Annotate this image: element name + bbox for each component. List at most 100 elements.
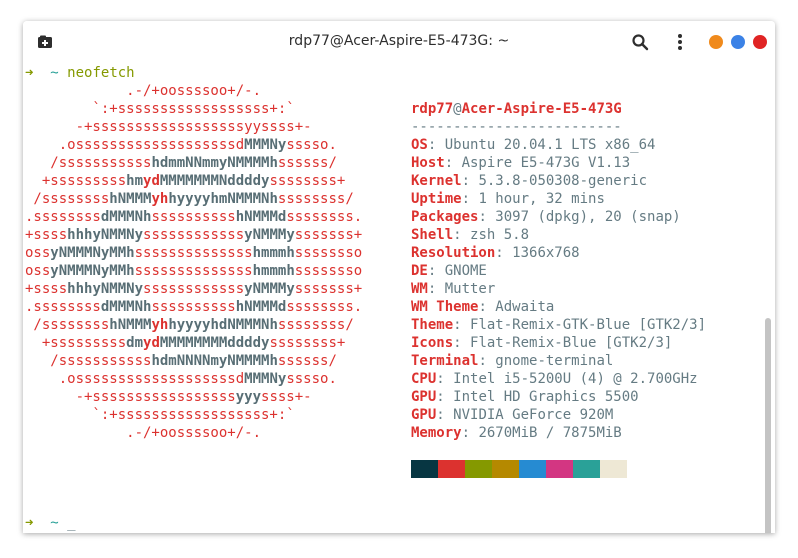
logo-segment: dMMMNh xyxy=(100,299,152,315)
info-colon: : xyxy=(461,173,479,189)
logo-segment: sssso. xyxy=(286,137,337,153)
logo-segment: yNMMMy xyxy=(244,281,295,297)
logo-line: .osssssssssssssssssssdMMMNysssso. xyxy=(25,136,337,154)
color-palette xyxy=(411,460,627,478)
info-colon: : xyxy=(436,371,454,387)
info-key: WM xyxy=(411,281,428,297)
logo-segment: hm xyxy=(126,173,144,189)
logo-line: .-/+oossssoo+/-. xyxy=(25,82,261,100)
info-colon: : xyxy=(427,281,445,297)
logo-segment: hNMMM xyxy=(109,317,152,333)
logo-segment: ssssssss/ xyxy=(277,191,354,207)
logo-line: `:+ssssssssssssssssss+:` xyxy=(25,406,294,424)
logo-segment: -+sssssssssssssssss xyxy=(25,389,236,405)
user-name: rdp77 xyxy=(411,101,454,117)
logo-segment: MMMNy xyxy=(244,371,287,387)
info-colon: : xyxy=(461,425,479,441)
logo-segment: oss xyxy=(25,263,51,279)
palette-swatch xyxy=(600,460,627,478)
logo-line: .ssssssssdMMMNhsssssssssshNMMMdssssssss. xyxy=(25,208,362,226)
logo-segment: oss xyxy=(25,245,51,261)
logo-line: ossyNMMMNyMMhsssssssssssssshmmmhssssssso xyxy=(25,262,362,280)
info-key: CPU xyxy=(411,371,437,387)
info-key: Host xyxy=(411,155,445,171)
logo-segment: hyyyyhdNMMMNh xyxy=(168,317,278,333)
logo-segment: ssssssssssss xyxy=(143,281,245,297)
info-key: Packages xyxy=(411,209,479,225)
info-colon: : xyxy=(453,227,471,243)
scrollbar[interactable] xyxy=(765,318,771,533)
logo-segment: MMMNy xyxy=(244,137,287,153)
info-value: 5.3.8-050308-generic xyxy=(478,173,648,189)
info-colon: : xyxy=(478,209,496,225)
minimize-button[interactable] xyxy=(709,35,723,49)
info-key: Shell xyxy=(411,227,454,243)
info-value: gnome-terminal xyxy=(495,353,614,369)
logo-segment: yNMMMNyMMh xyxy=(50,245,135,261)
logo-segment: ssssssssssssss xyxy=(134,245,253,261)
terminal-output[interactable]: ➜ ~ neofetch .-/+oossssoo+/-. `:+sssssss… xyxy=(23,63,775,533)
logo-segment: hhhyNMMNy xyxy=(67,281,144,297)
close-button[interactable] xyxy=(753,35,767,49)
prompt-arrow-icon: ➜ xyxy=(25,515,34,531)
logo-segment: +sssssssss xyxy=(25,335,127,351)
info-row: WM Theme: Adwaita xyxy=(411,298,554,316)
search-icon[interactable] xyxy=(631,33,649,51)
logo-segment: ssssssss. xyxy=(286,299,363,315)
info-row: Theme: Flat-Remix-GTK-Blue [GTK2/3] xyxy=(411,316,706,334)
logo-segment: ssss+- xyxy=(261,389,312,405)
info-row: Terminal: gnome-terminal xyxy=(411,352,613,370)
kebab-menu-icon[interactable] xyxy=(675,32,685,52)
info-key: Theme xyxy=(411,317,454,333)
info-value: 1366x768 xyxy=(512,245,580,261)
info-row: Uptime: 1 hour, 32 mins xyxy=(411,190,605,208)
logo-line: /sssssssshNMMMyhhyyyyhdNMMMNhssssssss/ xyxy=(25,316,353,334)
logo-segment: ssssssssssssss xyxy=(134,263,253,279)
info-key: Kernel xyxy=(411,173,462,189)
logo-segment: +ssss xyxy=(25,227,68,243)
user-host: rdp77@Acer-Aspire-E5-473G xyxy=(411,100,622,118)
palette-swatch xyxy=(465,460,492,478)
prompt-line-current: ➜ ~ _ xyxy=(25,514,76,532)
maximize-button[interactable] xyxy=(731,35,745,49)
info-row: CPU: Intel i5-5200U (4) @ 2.700GHz xyxy=(411,370,698,388)
logo-segment: hdmmNNmmyNMMMMh xyxy=(151,155,278,171)
info-value: 1 hour, 32 mins xyxy=(478,191,605,207)
info-row: Kernel: 5.3.8-050308-generic xyxy=(411,172,647,190)
palette-swatch xyxy=(438,460,465,478)
logo-segment: ssssssss. xyxy=(286,209,363,225)
info-colon: : xyxy=(478,299,496,315)
logo-segment: /ssssssss xyxy=(25,191,110,207)
info-key: GPU xyxy=(411,407,437,423)
logo-segment: ssssssssss xyxy=(151,209,236,225)
info-key: Memory xyxy=(411,425,462,441)
logo-segment: +sssssssss xyxy=(25,173,127,189)
header-separator: ------------------------- xyxy=(411,119,622,135)
logo-segment: yd xyxy=(143,173,160,189)
logo-segment: .osssssssssssssssssssd xyxy=(25,371,245,387)
info-colon: : xyxy=(478,353,496,369)
logo-line: +sssssssssdmydMMMMMMMMddddyssssssss+ xyxy=(25,334,345,352)
logo-segment: -+ssssssssssssssssssyyssss+- xyxy=(25,119,312,135)
logo-segment: yNMMMNyMMh xyxy=(50,263,135,279)
prompt-directory: ~ xyxy=(50,65,59,81)
logo-line: /ssssssssssshdmmNNmmyNMMMMhssssss/ xyxy=(25,154,337,172)
logo-segment: ssssss/ xyxy=(277,353,337,369)
info-value: Intel HD Graphics 5500 xyxy=(453,389,639,405)
info-value: 3097 (dpkg), 20 (snap) xyxy=(495,209,681,225)
logo-segment: ssssssss+ xyxy=(269,335,346,351)
palette-swatch xyxy=(519,460,546,478)
info-value: zsh 5.8 xyxy=(470,227,530,243)
logo-segment: sssssss+ xyxy=(294,281,363,297)
palette-swatch xyxy=(411,460,438,478)
prompt-arrow-icon: ➜ xyxy=(25,65,34,81)
logo-segment: .osssssssssssssssssssd xyxy=(25,137,245,153)
info-value: 2670MiB / 7875MiB xyxy=(478,425,622,441)
logo-segment: hNMMM xyxy=(109,191,152,207)
info-key: Terminal xyxy=(411,353,479,369)
logo-segment: yyy xyxy=(235,389,262,405)
logo-line: +sssshhhyNMMNyssssssssssssyNMMMysssssss+ xyxy=(25,226,362,244)
info-value: GNOME xyxy=(444,263,487,279)
info-colon: : xyxy=(453,317,471,333)
title-bar: rdp77@Acer-Aspire-E5-473G: ~ xyxy=(23,21,775,63)
